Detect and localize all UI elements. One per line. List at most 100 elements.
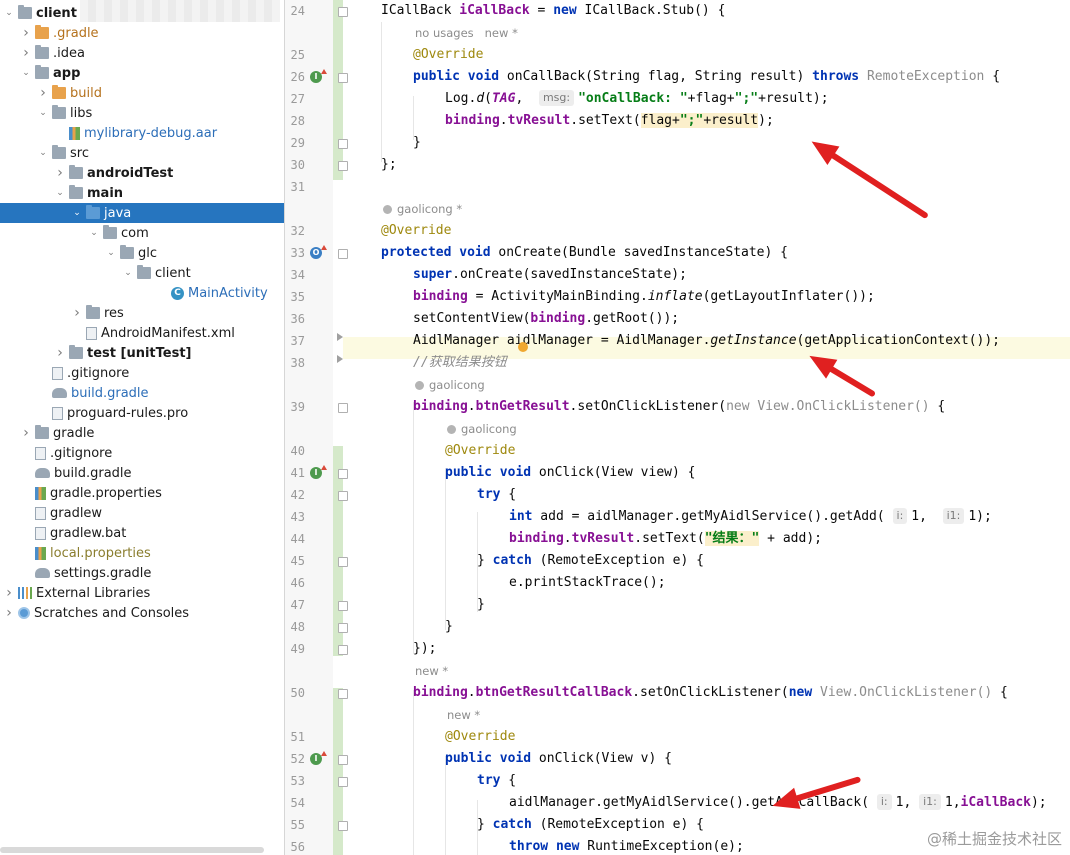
fold-marker-icon[interactable] <box>338 491 348 501</box>
fold-marker-icon[interactable] <box>338 689 348 699</box>
code-line[interactable]: binding.btnGetResultCallBack.setOnClickL… <box>413 682 1008 704</box>
tree-item[interactable]: C MainActivity <box>0 283 284 303</box>
code-line[interactable]: super.onCreate(savedInstanceState); <box>413 264 687 286</box>
fold-marker-icon[interactable] <box>338 777 348 787</box>
fold-marker-icon[interactable] <box>338 645 348 655</box>
tree-item[interactable]: gradlew <box>0 503 284 523</box>
tree-item[interactable]: settings.gradle <box>0 563 284 583</box>
code-line[interactable]: public void onClick(View v) { <box>445 748 672 770</box>
collapse-arrow-icon[interactable]: › <box>21 45 31 61</box>
code-line[interactable]: ICallBack iCallBack = new ICallBack.Stub… <box>381 0 725 22</box>
expand-arrow-icon[interactable]: ⌄ <box>38 148 48 158</box>
tree-item[interactable]: ⌄ com <box>0 223 284 243</box>
code-line[interactable]: } <box>445 616 453 638</box>
fold-marker-icon[interactable] <box>338 161 348 171</box>
fold-marker-icon[interactable] <box>338 469 348 479</box>
expand-arrow-icon[interactable]: ⌄ <box>38 108 48 118</box>
expand-arrow-icon[interactable]: ⌄ <box>4 8 14 18</box>
collapse-arrow-icon[interactable]: › <box>21 425 31 441</box>
collapse-arrow-icon[interactable]: › <box>4 605 14 621</box>
code-line[interactable]: @Override <box>445 440 515 462</box>
code-vision-hint[interactable]: new * <box>447 704 480 726</box>
collapse-arrow-icon[interactable]: › <box>4 585 14 601</box>
code-line[interactable]: throw new RuntimeException(e); <box>509 836 744 855</box>
code-line[interactable]: AidlManager aidlManager = AidlManager.ge… <box>413 330 1000 352</box>
code-vision-hint[interactable]: no usages new * <box>415 22 518 44</box>
tree-item[interactable]: ⌄ src <box>0 143 284 163</box>
tree-item[interactable]: mylibrary-debug.aar <box>0 123 284 143</box>
tree-item[interactable]: build.gradle <box>0 383 284 403</box>
tree-item[interactable]: local.properties <box>0 543 284 563</box>
fold-marker-icon[interactable] <box>338 821 348 831</box>
tree-item[interactable]: ⌄ java <box>0 203 284 223</box>
fold-marker-icon[interactable] <box>338 73 348 83</box>
vcs-change-marker[interactable] <box>333 0 343 180</box>
fold-marker-icon[interactable] <box>338 7 348 17</box>
fold-marker-icon[interactable] <box>338 249 348 259</box>
tree-item[interactable]: build.gradle <box>0 463 284 483</box>
horizontal-scrollbar[interactable] <box>0 847 264 853</box>
collapse-arrow-icon[interactable]: › <box>55 165 65 181</box>
tree-item[interactable]: › test [unitTest] <box>0 343 284 363</box>
fold-marker-icon[interactable] <box>338 623 348 633</box>
expand-arrow-icon[interactable]: ⌄ <box>21 68 31 78</box>
tree-item[interactable]: ⌄ libs <box>0 103 284 123</box>
tree-item[interactable]: › External Libraries <box>0 583 284 603</box>
overrides-method-icon[interactable]: O <box>310 245 327 259</box>
code-vision-hint[interactable]: gaolicong <box>447 418 517 440</box>
tree-item[interactable]: gradle.properties <box>0 483 284 503</box>
tree-item[interactable]: › androidTest <box>0 163 284 183</box>
tree-item[interactable]: › .gradle <box>0 23 284 43</box>
breakpoint-arrow-icon[interactable] <box>337 355 343 363</box>
tree-item[interactable]: › .idea <box>0 43 284 63</box>
code-line[interactable]: } <box>477 594 485 616</box>
breakpoint-arrow-icon[interactable] <box>337 333 343 341</box>
code-line[interactable]: @Override <box>381 220 451 242</box>
collapse-arrow-icon[interactable]: › <box>72 305 82 321</box>
implements-method-icon[interactable]: I <box>310 751 327 765</box>
fold-marker-icon[interactable] <box>338 403 348 413</box>
code-line[interactable]: e.printStackTrace(); <box>509 572 666 594</box>
code-line[interactable]: //获取结果按钮 <box>413 352 507 374</box>
tree-item[interactable]: › res <box>0 303 284 323</box>
expand-arrow-icon[interactable]: ⌄ <box>89 228 99 238</box>
tree-item[interactable]: AndroidManifest.xml <box>0 323 284 343</box>
tree-item[interactable]: ⌄ main <box>0 183 284 203</box>
collapse-arrow-icon[interactable]: › <box>38 85 48 101</box>
code-line[interactable]: }); <box>413 638 436 660</box>
tree-item[interactable]: › Scratches and Consoles <box>0 603 284 623</box>
fold-marker-icon[interactable] <box>338 601 348 611</box>
collapse-arrow-icon[interactable]: › <box>21 25 31 41</box>
collapse-arrow-icon[interactable]: › <box>55 345 65 361</box>
implements-method-icon[interactable]: I <box>310 465 327 479</box>
tree-item[interactable]: ⌄ client <box>0 263 284 283</box>
tree-item[interactable]: .gitignore <box>0 363 284 383</box>
code-line[interactable]: binding.btnGetResult.setOnClickListener(… <box>413 396 945 418</box>
code-vision-hint[interactable]: new * <box>415 660 448 682</box>
code-line[interactable]: Log.d(TAG, msg: "onCallBack: "+flag+";"+r… <box>445 88 829 110</box>
code-vision-hint[interactable]: gaolicong * <box>383 198 462 220</box>
tree-item[interactable]: ⌄ glc <box>0 243 284 263</box>
code-line[interactable]: public void onClick(View view) { <box>445 462 695 484</box>
tree-item[interactable]: .gitignore <box>0 443 284 463</box>
expand-arrow-icon[interactable]: ⌄ <box>72 208 82 218</box>
tree-item[interactable]: › gradle <box>0 423 284 443</box>
code-line[interactable]: binding.tvResult.setText(flag+";"+result… <box>445 110 774 132</box>
tree-item[interactable]: proguard-rules.pro <box>0 403 284 423</box>
expand-arrow-icon[interactable]: ⌄ <box>55 188 65 198</box>
tree-item[interactable]: gradlew.bat <box>0 523 284 543</box>
code-line[interactable]: setContentView(binding.getRoot()); <box>413 308 679 330</box>
code-vision-hint[interactable]: gaolicong <box>415 374 485 396</box>
code-line[interactable]: try { <box>477 484 516 506</box>
code-line[interactable]: binding.tvResult.setText("结果：" + add); <box>509 528 822 550</box>
code-line[interactable]: binding = ActivityMainBinding.inflate(ge… <box>413 286 875 308</box>
code-line[interactable]: } catch (RemoteException e) { <box>477 550 704 572</box>
tree-item[interactable]: › build <box>0 83 284 103</box>
code-line[interactable]: public void onCallBack(String flag, Stri… <box>413 66 1000 88</box>
code-line[interactable]: } <box>413 132 421 154</box>
expand-arrow-icon[interactable]: ⌄ <box>123 268 133 278</box>
code-line[interactable]: }; <box>381 154 397 176</box>
code-line[interactable]: int add = aidlManager.getMyAidlService()… <box>509 506 992 528</box>
fold-marker-icon[interactable] <box>338 557 348 567</box>
expand-arrow-icon[interactable]: ⌄ <box>106 248 116 258</box>
